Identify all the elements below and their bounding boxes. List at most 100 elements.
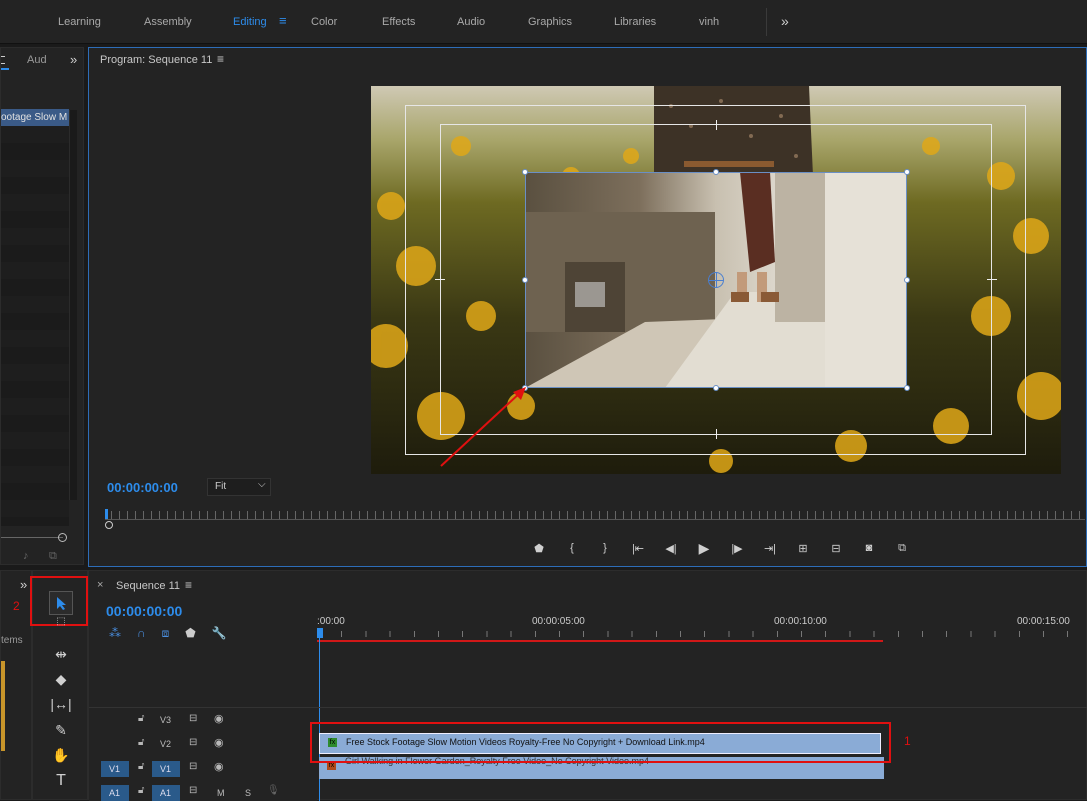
- razor-tool-icon[interactable]: ◆: [48, 668, 74, 690]
- timeline-timecode[interactable]: 00:00:00:00: [106, 603, 182, 619]
- wrench-icon[interactable]: 🔧: [212, 626, 227, 641]
- zoom-value: Fit: [215, 481, 227, 492]
- timeline-tools: ⁂ ∩ ⧈ ⬟ 🔧: [109, 626, 227, 641]
- active-tab-underline: [1, 68, 9, 70]
- step-back-icon[interactable]: ◀|: [661, 539, 681, 557]
- program-menu-icon[interactable]: ≡: [217, 52, 224, 66]
- eye-icon[interactable]: ◉: [214, 712, 224, 725]
- track-header-v1: V1 🔓︎ V1 ⊟ ◉: [89, 756, 317, 780]
- scrollbar[interactable]: [69, 110, 77, 500]
- tab-audio[interactable]: Aud: [27, 54, 47, 66]
- sequence-menu-icon[interactable]: ≡: [185, 578, 192, 592]
- comparison-view-icon[interactable]: ⧉: [892, 539, 912, 557]
- export-frame-icon[interactable]: ◙: [859, 539, 879, 557]
- more-workspaces-icon[interactable]: »: [781, 13, 789, 29]
- step-forward-icon[interactable]: |▶: [727, 539, 747, 557]
- voiceover-mic-icon[interactable]: 🎙︎: [267, 785, 280, 796]
- items-label: tems: [1, 635, 23, 646]
- safe-tick-left: [435, 279, 445, 280]
- ruler-label-10: 00:00:10:00: [774, 616, 827, 627]
- scrubber-zoom-handle[interactable]: [105, 521, 113, 529]
- lock-icon[interactable]: 🔓︎: [138, 761, 144, 772]
- thumbnail-edge[interactable]: [1, 661, 5, 751]
- divider: [766, 8, 767, 36]
- zoom-slider-handle[interactable]: [58, 533, 67, 542]
- sync-lock-icon[interactable]: ⊟: [189, 737, 197, 748]
- menu-icon[interactable]: [1, 56, 5, 64]
- linked-selection-icon[interactable]: ⧈: [162, 626, 170, 641]
- program-timecode[interactable]: 00:00:00:00: [107, 480, 178, 495]
- overwrite-icon[interactable]: ⧉: [49, 550, 57, 563]
- insert-icon[interactable]: ♪: [23, 550, 29, 562]
- time-ruler[interactable]: :00:00 00:00:05:00 00:00:10:00 00:00:15:…: [317, 611, 1087, 642]
- sequence-tab[interactable]: Sequence 11: [116, 580, 180, 592]
- type-tool-icon[interactable]: T: [48, 770, 74, 792]
- go-to-out-icon[interactable]: ⇥|: [760, 539, 780, 557]
- timeline-panel: × Sequence 11 ≡ 00:00:00:00 ⁂ ∩ ⧈ ⬟ 🔧 :0…: [88, 570, 1087, 801]
- zoom-dropdown[interactable]: Fit ⌵: [207, 478, 271, 496]
- eye-icon[interactable]: ◉: [214, 760, 224, 773]
- render-bar: [317, 640, 883, 642]
- track-label-v3[interactable]: V3: [160, 715, 171, 725]
- play-icon[interactable]: ▶: [694, 539, 714, 557]
- workspace-editing[interactable]: Editing: [233, 16, 267, 28]
- timeline-playhead-marker[interactable]: [317, 628, 323, 638]
- track-header-v2: 🔓︎ V2 ⊟ ◉: [89, 732, 317, 756]
- workspace-learning[interactable]: Learning: [58, 16, 101, 28]
- eye-icon[interactable]: ◉: [214, 736, 224, 749]
- track-target-a1[interactable]: A1: [152, 785, 180, 801]
- mute-button[interactable]: M: [217, 788, 225, 798]
- track-header-v3: 🔓︎ V3 ⊟ ◉: [89, 708, 317, 732]
- safe-tick-top: [716, 120, 717, 130]
- add-marker-icon[interactable]: ⬟: [185, 626, 195, 641]
- track-target-v1[interactable]: V1: [152, 761, 180, 777]
- workspace-audio[interactable]: Audio: [457, 16, 485, 28]
- go-to-in-icon[interactable]: |⇤: [628, 539, 648, 557]
- lock-icon[interactable]: 🔓︎: [138, 785, 144, 796]
- sync-lock-icon[interactable]: ⊟: [189, 785, 197, 796]
- source-patch-v1[interactable]: V1: [101, 761, 129, 777]
- workspace-assembly[interactable]: Assembly: [144, 16, 192, 28]
- ripple-edit-tool-icon[interactable]: ⇹: [48, 643, 74, 665]
- annotation-arrow: [440, 387, 526, 467]
- hand-tool-icon[interactable]: ✋: [48, 744, 74, 766]
- snap-magnet-icon[interactable]: ∩: [137, 626, 146, 641]
- workspace-bar: Learning Assembly Editing ≡ Color Effect…: [0, 0, 1087, 44]
- chevron-down-icon: ⌵: [258, 479, 266, 490]
- source-patch-a1[interactable]: A1: [101, 785, 129, 801]
- workspace-libraries[interactable]: Libraries: [614, 16, 656, 28]
- mark-out-icon[interactable]: }: [595, 539, 615, 557]
- workspace-color[interactable]: Color: [311, 16, 337, 28]
- add-marker-icon[interactable]: ⬟: [529, 539, 549, 557]
- safe-tick-right: [987, 279, 997, 280]
- program-monitor: Program: Sequence 11 ≡ 00:00:00:00 Fit ⌵…: [88, 47, 1087, 567]
- clip-list: [1, 126, 69, 526]
- more-panels-icon[interactable]: »: [20, 577, 27, 592]
- lift-icon[interactable]: ⊞: [793, 539, 813, 557]
- close-sequence-icon[interactable]: ×: [97, 579, 103, 591]
- lock-icon[interactable]: 🔓︎: [138, 713, 144, 724]
- extract-icon[interactable]: ⊟: [826, 539, 846, 557]
- workspace-graphics[interactable]: Graphics: [528, 16, 572, 28]
- mark-in-icon[interactable]: {: [562, 539, 582, 557]
- program-title[interactable]: Program: Sequence 11: [100, 54, 212, 66]
- nest-icon[interactable]: ⁂: [109, 626, 121, 641]
- selected-clip-item[interactable]: ootage Slow M: [1, 109, 69, 126]
- zoom-slider[interactable]: [1, 537, 63, 538]
- program-scrubber[interactable]: [105, 506, 1085, 529]
- track-select-tool-icon[interactable]: ⬚: [48, 614, 74, 628]
- slip-tool-icon[interactable]: |↔|: [48, 693, 74, 715]
- track-header-a1: A1 🔓︎ A1 ⊟ M S 🎙︎: [89, 780, 317, 801]
- sync-lock-icon[interactable]: ⊟: [189, 713, 197, 724]
- lock-icon[interactable]: 🔓︎: [138, 737, 144, 748]
- pen-tool-icon[interactable]: ✎: [48, 719, 74, 741]
- workspace-effects[interactable]: Effects: [382, 16, 415, 28]
- sync-lock-icon[interactable]: ⊟: [189, 761, 197, 772]
- workspace-menu-icon[interactable]: ≡: [279, 13, 287, 28]
- annotation-box-1: [310, 722, 891, 763]
- track-label-v2[interactable]: V2: [160, 739, 171, 749]
- solo-button[interactable]: S: [245, 788, 251, 798]
- more-panels-icon[interactable]: »: [70, 52, 77, 67]
- workspace-vinh[interactable]: vinh: [699, 16, 719, 28]
- tools-panel: » 2 ⬚ ⇹ ◆ |↔| ✎ ✋ T: [13, 570, 88, 800]
